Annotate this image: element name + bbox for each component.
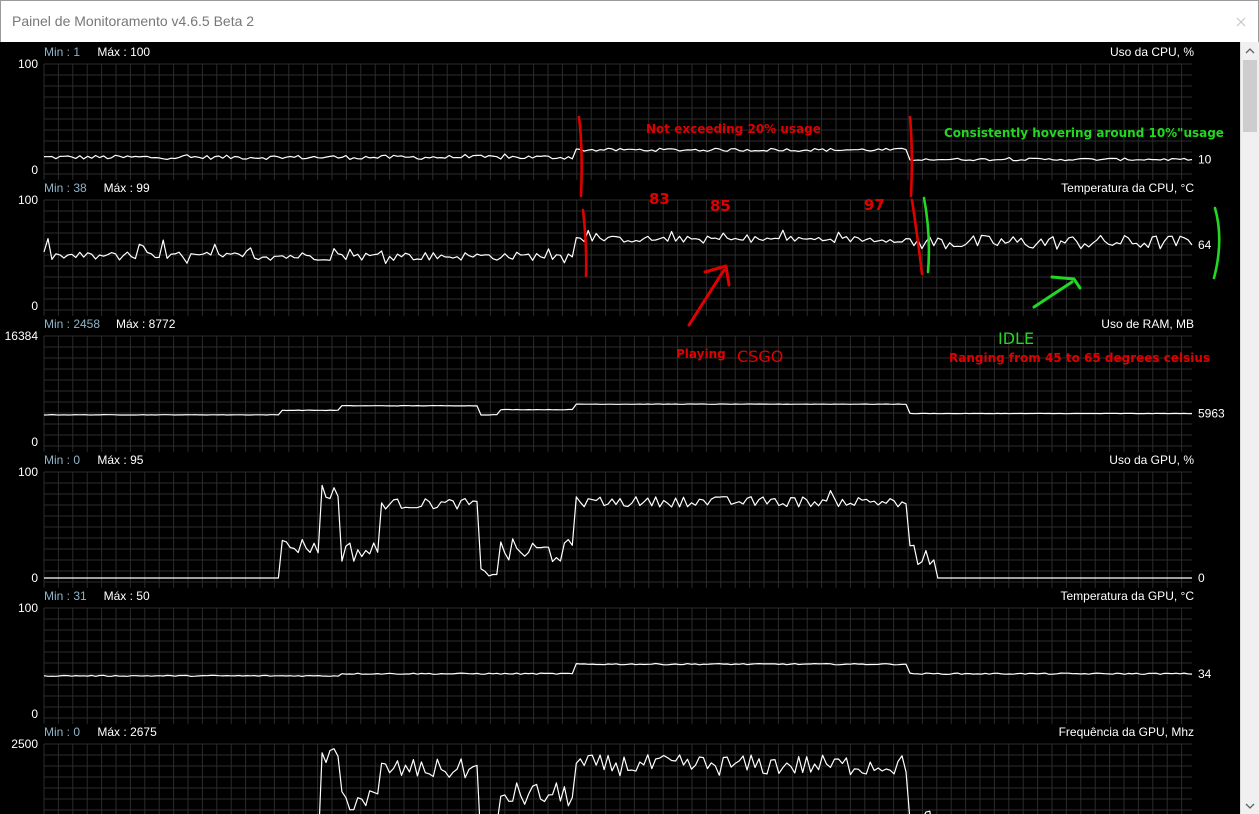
y-axis-top-label: 100 [18,193,38,207]
panel-gpu-usage: Min : 0 Máx : 95 Uso da GPU, % 100 0 0 [18,453,1205,588]
grid-gpu-clock [43,743,1192,814]
panel-min-label: Min : 0 [44,453,80,467]
y-axis-bottom-label: 0 [31,435,38,449]
grid-gpu-temp [43,607,1192,724]
monitor-graphs: Min : 1 Máx : 100 Uso da CPU, %100010Min :… [5,45,1225,814]
divider-mark-end-top [908,115,914,198]
y-axis-top-label: 100 [18,601,38,615]
y-axis-top-label: 100 [18,465,38,479]
panel-min-label: Min : 31 [44,589,87,603]
annotation-cpu-idle: Consistently hovering around 10%"usage [944,126,1224,140]
playing-arrow [687,264,731,327]
divider-mark-start-top [577,115,583,198]
panel-current-value: 0 [1198,571,1205,585]
panel-current-value: 34 [1198,667,1212,681]
panel-max-label: Máx : 2675 [97,725,157,739]
grid-gpu-usage [43,471,1192,588]
y-axis-top-label: 100 [18,57,38,71]
panel-max-label: Máx : 8772 [116,317,176,331]
idle-arrow [1032,275,1082,309]
scroll-down-button[interactable] [1241,797,1259,814]
y-axis-top-label: 2500 [11,737,38,751]
panel-current-value: 10 [1198,152,1212,166]
panel-min-label: Min : 38 [44,181,87,195]
panel-title: Uso da CPU, % [1110,45,1194,59]
panel-max-label: Máx : 100 [97,45,150,59]
panel-cpu-usage: Min : 1 Máx : 100 Uso da CPU, % 100 0 10 [18,45,1212,180]
scroll-up-button[interactable] [1241,42,1259,59]
y-axis-bottom-label: 0 [31,571,38,585]
trace-gpu-usage [44,484,1192,579]
grid-cpu-temp [43,199,1192,316]
panel-cpu-temp: Min : 38 Máx : 99 Temperatura da CPU, °C 10… [18,181,1212,316]
panel-title: Frequência da GPU, Mhz [1059,725,1194,739]
y-axis-top-label: 16384 [5,329,39,343]
panel-max-label: Máx : 95 [97,453,143,467]
trace-gpu-clock [318,748,931,814]
panel-title: Temperatura da CPU, °C [1061,181,1194,195]
grid-cpu-usage [43,63,1192,180]
panel-title: Uso da GPU, % [1109,453,1194,467]
panel-title: Temperatura da GPU, °C [1060,589,1194,603]
panel-min-label: Min : 2458 [44,317,100,331]
vertical-scrollbar[interactable] [1240,42,1259,814]
trace-cpu-temp [43,229,1193,265]
annotation-csgo: CSGO [737,347,783,366]
scroll-up-arrow-icon [1245,47,1255,53]
panel-gpu-clock: Min : 0 Máx : 2675 Frequência da GPU, Mhz 2… [11,725,1194,814]
idle-range-bracket [1212,206,1221,280]
panel-max-label: Máx : 50 [104,589,150,603]
panel-title: Uso de RAM, MB [1101,317,1194,331]
scroll-down-arrow-icon [1245,803,1255,809]
annotation-peak-85: 85 [710,197,731,215]
monitor-graph-area: Min : 1 Máx : 100 Uso da CPU, % 100 0 10 Min :… [0,42,1240,814]
panel-min-label: Min : 0 [44,725,80,739]
annotation-peak-83: 83 [649,190,670,208]
annotation-idle-range: Ranging from 45 to 65 degrees celsius [949,351,1210,365]
window-title: Painel de Monitoramento v4.6.5 Beta 2 [12,13,255,29]
y-axis-bottom-label: 0 [31,163,38,177]
annotation-cpu-playing: Not exceeding 20% usage [646,122,821,136]
panels-layer: Min : 1 Máx : 100 Uso da CPU, %100010Min :… [5,45,1225,814]
annotation-playing: Playing [676,347,726,361]
close-icon [1236,17,1246,27]
y-axis-bottom-label: 0 [31,707,38,721]
panel-max-label: Máx : 99 [104,181,150,195]
trace-cpu-usage [43,147,1193,162]
panel-min-label: Min : 1 [44,45,80,59]
scrollbar-thumb[interactable] [1243,60,1257,132]
close-button[interactable] [1232,13,1250,31]
idle-start-mark [922,196,931,274]
annotation-idle: IDLE [998,329,1034,348]
panel-current-value: 64 [1198,238,1212,252]
panel-ram-usage: Min : 2458 Máx : 8772 Uso de RAM, MB 16384 0… [5,317,1225,452]
annotation-peak-97: 97 [864,196,885,214]
panel-current-value: 5963 [1198,407,1225,421]
panel-gpu-temp: Min : 31 Máx : 50 Temperatura da GPU, °C 10… [18,589,1212,724]
y-axis-bottom-label: 0 [31,299,38,313]
window-titlebar: Painel de Monitoramento v4.6.5 Beta 2 [0,0,1259,42]
